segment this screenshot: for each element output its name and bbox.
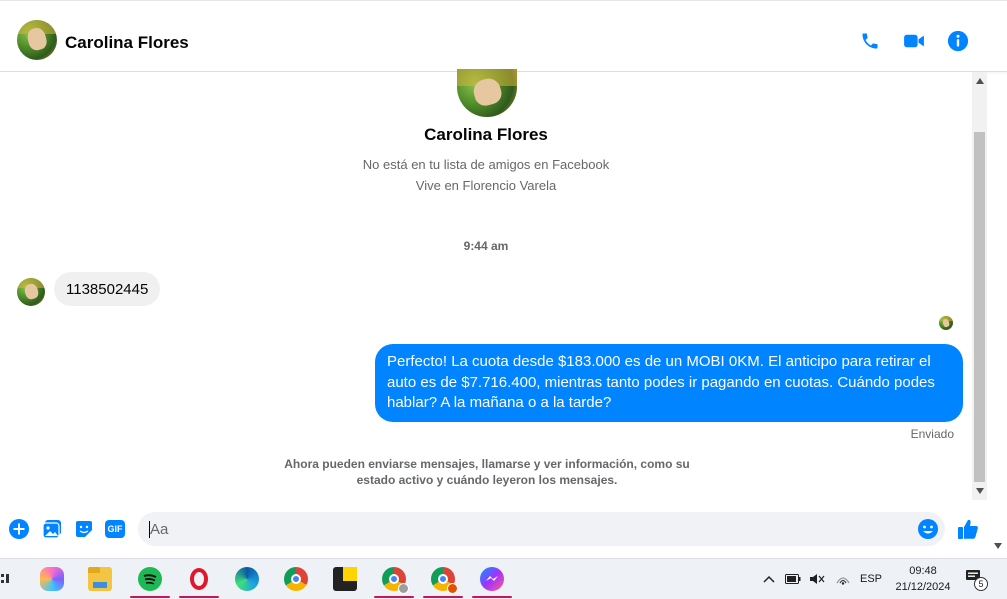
message-input[interactable] (138, 512, 945, 546)
video-camera-icon[interactable] (902, 29, 926, 53)
thumbs-up-icon[interactable] (956, 517, 980, 541)
sent-status: Enviado (910, 427, 954, 441)
image-icon[interactable] (41, 518, 63, 540)
text-caret (149, 521, 150, 538)
sender-avatar[interactable] (17, 278, 45, 306)
page-scroll-down-icon[interactable] (992, 540, 1004, 552)
friend-status: No está en tu lista de amigos en Faceboo… (362, 157, 610, 172)
clock-date: 21/12/2024 (895, 581, 951, 593)
profile-location: Vive en Florencio Varela (415, 178, 557, 193)
spotify-icon[interactable] (127, 560, 173, 598)
privacy-notice: Ahora pueden enviarse mensajes, llamarse… (284, 457, 690, 487)
incoming-message[interactable]: 1138502445 (54, 272, 161, 306)
notification-count-badge: 5 (974, 577, 988, 591)
edge-icon[interactable] (224, 560, 270, 598)
message-composer: GIF (0, 500, 1007, 558)
notification-icon[interactable]: 5 (963, 567, 991, 591)
copilot-icon[interactable] (29, 560, 75, 598)
wifi-icon[interactable] (834, 567, 852, 591)
emoji-icon[interactable] (917, 518, 939, 540)
outgoing-message[interactable]: Perfecto! La cuota desde $183.000 es de … (375, 344, 963, 422)
profile-avatar[interactable] (457, 69, 517, 117)
scroll-thumb[interactable] (974, 132, 985, 482)
contact-avatar[interactable] (17, 20, 57, 60)
chrome-profile-2-icon[interactable] (420, 560, 466, 598)
chrome-icon[interactable] (273, 560, 319, 598)
scroll-up-arrow-icon[interactable] (972, 74, 987, 88)
battery-icon[interactable] (784, 567, 802, 591)
input-language[interactable]: ESP (857, 567, 885, 591)
info-icon[interactable] (946, 29, 970, 53)
clock-time: 09:48 (909, 565, 937, 577)
contact-name[interactable]: Carolina Flores (65, 33, 189, 53)
profile-name: Carolina Flores (424, 125, 548, 144)
chrome-profile-1-icon[interactable] (371, 560, 417, 598)
system-clock[interactable]: 09:48 21/12/2024 (888, 563, 958, 595)
chat-scrollbar[interactable] (972, 72, 987, 500)
chat-header: Carolina Flores (0, 0, 1007, 72)
plus-icon[interactable] (8, 518, 30, 540)
scroll-down-arrow-icon[interactable] (972, 484, 987, 498)
volume-muted-icon[interactable] (808, 567, 826, 591)
gif-icon[interactable]: GIF (104, 518, 126, 540)
file-explorer-icon[interactable] (77, 560, 123, 598)
widgets-icon[interactable] (0, 567, 10, 591)
message-timestamp: 9:44 am (463, 239, 509, 253)
read-receipt-avatar (939, 316, 953, 330)
sticker-icon[interactable] (73, 518, 95, 540)
gif-label: GIF (105, 520, 125, 538)
message-thread: Carolina Flores No está en tu lista de a… (0, 69, 972, 500)
opera-icon[interactable] (176, 560, 222, 598)
phone-icon[interactable] (858, 29, 882, 53)
windows-taskbar: ESP 09:48 21/12/2024 5 (0, 558, 1007, 599)
sticky-notes-icon[interactable] (322, 560, 368, 598)
messenger-icon[interactable] (469, 560, 515, 598)
chevron-up-icon[interactable] (761, 567, 777, 591)
